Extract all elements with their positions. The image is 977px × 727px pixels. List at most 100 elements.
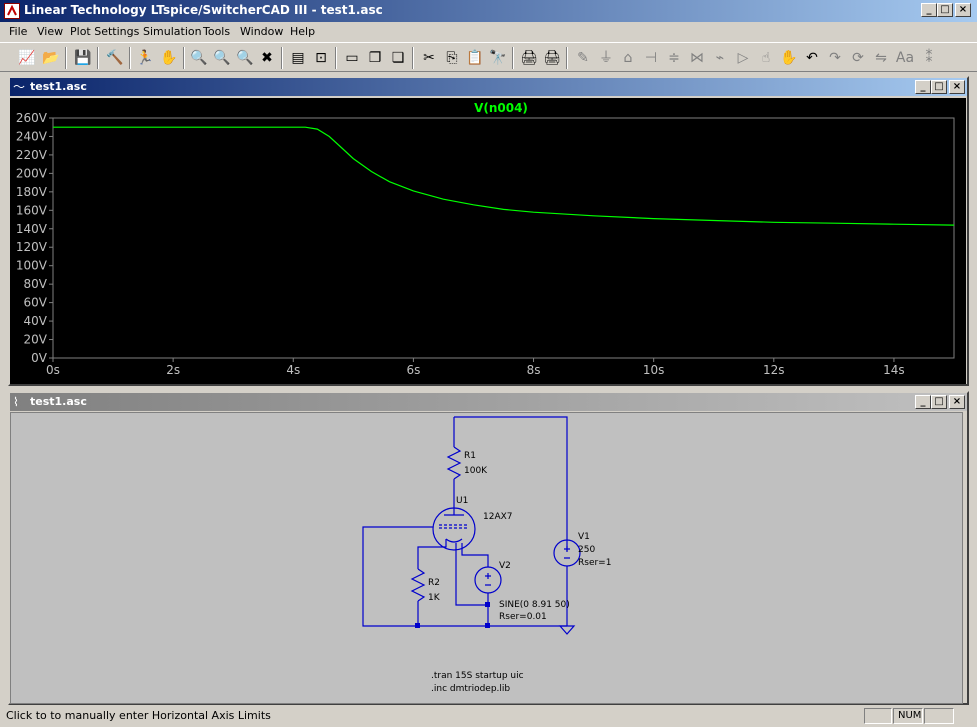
copy-icon[interactable]: ⎘ [441,47,463,69]
mirror-icon[interactable]: ⇋ [870,47,892,69]
x-tick-label[interactable]: 14s [883,363,905,377]
text-icon[interactable]: Aa [894,47,916,69]
y-tick-label[interactable]: 240V [16,129,48,143]
zoom-out-icon[interactable]: 🔍 [234,47,256,69]
wire-top[interactable] [454,416,568,551]
y-tick-label[interactable]: 180V [16,185,48,199]
cascade-icon[interactable]: ❐ [364,47,386,69]
find-icon[interactable]: 🔭 [487,47,509,69]
menu-plot-settings[interactable]: Plot Settings [70,25,139,38]
minimize-button[interactable]: _ [921,3,937,17]
tile-horizontal-icon[interactable]: ▭ [341,47,363,69]
schematic-canvas[interactable]: R1 100K U1 12AX7 R2 1K V1 250 Rser=1 V2 … [10,412,963,704]
plot-settings-icon[interactable]: ⊡ [310,47,332,69]
zoom-rect-icon[interactable]: 🔍 [211,47,233,69]
v1-rser: Rser=1 [578,558,611,568]
print-preview-icon[interactable]: 🖨 [518,47,540,69]
run-icon[interactable]: 🏃 [134,47,156,69]
menu-simulation[interactable]: Simulation [143,25,202,38]
plot-window-titlebar[interactable]: 〜 test1.asc _ □ × [10,78,967,96]
toolbar-separator [65,47,67,69]
wire-cathode-r2[interactable] [417,539,447,569]
y-tick-label[interactable]: 140V [16,222,48,236]
pan-icon[interactable]: ✋ [778,47,800,69]
menu-bar: File View Plot Settings Simulation Tools… [0,22,977,42]
zoom-cancel-icon[interactable]: ✖ [256,47,278,69]
pan-hand-icon[interactable]: ✋ [158,47,180,69]
print-icon[interactable]: 🖨 [541,47,563,69]
save-icon[interactable]: 💾 [72,47,94,69]
resistor-icon[interactable]: ≑ [663,47,685,69]
plot-maximize-button[interactable]: □ [931,80,947,94]
u1-grid [439,524,469,529]
status-panel-caps [864,708,892,724]
y-tick-label[interactable]: 80V [24,277,48,291]
y-tick-label[interactable]: 220V [16,148,48,162]
y-tick-label[interactable]: 260V [16,111,48,125]
schematic-window-titlebar[interactable]: ⌇ test1.asc _ □ × [10,393,967,411]
open-icon[interactable]: 📂 [40,47,62,69]
label-icon[interactable]: ⌂ [617,47,639,69]
menu-file[interactable]: File [9,25,27,38]
y-tick-label[interactable]: 40V [24,314,48,328]
trace-label[interactable]: V(n004) [474,101,528,115]
x-tick-label[interactable]: 10s [643,363,665,377]
rotate-icon[interactable]: ⟳ [847,47,869,69]
menu-window[interactable]: Window [240,25,283,38]
redo-icon[interactable]: ↷ [824,47,846,69]
y-tick-label[interactable]: 100V [16,259,48,273]
wire-tube-v2[interactable] [455,543,488,606]
y-tick-label[interactable]: 120V [16,240,48,254]
wire-icon[interactable]: ✎ [572,47,594,69]
ground-icon[interactable] [558,625,576,635]
plot-minimize-button[interactable]: _ [915,80,931,94]
trace-v-n004[interactable] [53,126,955,226]
component-icon[interactable]: ⌁ [709,47,731,69]
schematic-minimize-button[interactable]: _ [915,395,931,409]
cut-icon[interactable]: ✂ [418,47,440,69]
zoom-in-icon[interactable]: 🔍 [188,47,210,69]
control-panel-icon[interactable]: 🔨 [104,47,126,69]
new-schematic-icon[interactable]: 📈 [16,47,38,69]
spice-directive-include[interactable]: .inc dmtriodep.lib [431,684,510,694]
u1-cathode [445,538,463,543]
wire-grid-loop[interactable] [362,526,488,627]
v2-source-icon[interactable] [474,566,502,594]
close-button[interactable]: × [955,3,971,17]
undo-icon[interactable]: ↶ [801,47,823,69]
move-icon[interactable]: ▷ [732,47,754,69]
spice-directive-tran[interactable]: .tran 15S startup uic [431,671,524,681]
capacitor-icon[interactable]: ⊣ [640,47,662,69]
waveform-plot-area[interactable]: V(n004) 0V 20V 40V 60V 80V 100V 120V 140V 160V 18… [10,98,966,384]
x-tick-label[interactable]: 12s [763,363,785,377]
r1-resistor-icon[interactable] [446,446,462,480]
r2-resistor-icon[interactable] [410,568,426,602]
tile-vertical-icon[interactable]: ❏ [387,47,409,69]
y-tick-label[interactable]: 20V [24,333,48,347]
y-tick-label[interactable]: 200V [16,166,48,180]
y-tick-label[interactable]: 60V [24,296,48,310]
schematic-maximize-button[interactable]: □ [931,395,947,409]
x-tick-label[interactable]: 2s [166,363,180,377]
menu-tools[interactable]: Tools [203,25,230,38]
diode-icon[interactable]: ⋈ [686,47,708,69]
ground-icon[interactable]: ⏚ [595,47,617,69]
waveform-chart[interactable]: V(n004) 0V20V40V60V80V100V120V140V160V18… [10,98,966,384]
drag-icon[interactable]: ☝ [755,47,777,69]
x-tick-label[interactable]: 4s [286,363,300,377]
app-title-bar[interactable]: Linear Technology LTspice/SwitcherCAD II… [0,0,977,22]
autorange-icon[interactable]: ▤ [287,47,309,69]
x-tick-label[interactable]: 8s [527,363,541,377]
y-tick-label[interactable]: 160V [16,203,48,217]
paste-icon[interactable]: 📋 [464,47,486,69]
u1-name: U1 [456,496,468,506]
maximize-button[interactable]: □ [937,3,953,17]
x-tick-label[interactable]: 0s [46,363,60,377]
spice-directive-icon[interactable]: ⁑ [918,47,940,69]
x-tick-label[interactable]: 6s [406,363,420,377]
schematic-close-button[interactable]: × [949,395,965,409]
menu-view[interactable]: View [37,25,63,38]
plot-close-button[interactable]: × [949,80,965,94]
schematic-drawing[interactable]: R1 100K U1 12AX7 R2 1K V1 250 Rser=1 V2 … [11,413,964,705]
menu-help[interactable]: Help [290,25,315,38]
